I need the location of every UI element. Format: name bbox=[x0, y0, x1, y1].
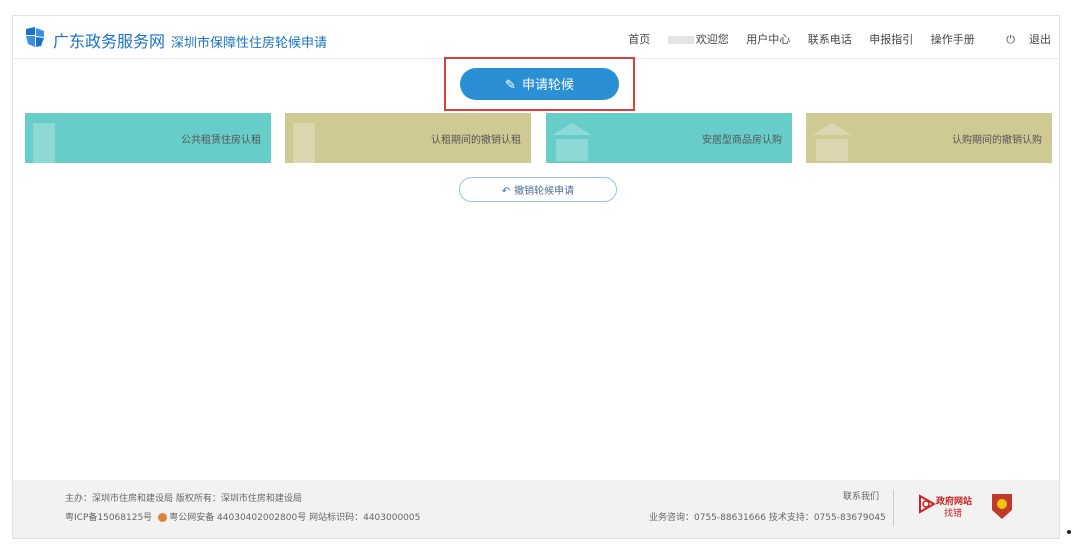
brand-title: 广东政务服务网 bbox=[53, 32, 166, 51]
nav-manual-link[interactable]: 操作手册 bbox=[931, 33, 975, 46]
card-public-rental[interactable]: 公共租赁住房认租 bbox=[25, 113, 271, 163]
guangdong-logo-icon bbox=[26, 27, 44, 47]
brand-subtitle: 深圳市保障性住房轮候申请 bbox=[171, 36, 328, 51]
magnifier-icon bbox=[919, 494, 936, 514]
stray-dot bbox=[1067, 530, 1071, 534]
footer-hotline: 业务咨询：0755-88631666 技术支持：0755-83679045 bbox=[649, 513, 886, 523]
logout-label: 退出 bbox=[1029, 33, 1051, 46]
card-label: 安居型商品房认购 bbox=[702, 134, 782, 146]
edit-icon: ✎ bbox=[505, 77, 516, 92]
building-icon bbox=[293, 123, 315, 163]
top-nav: 首页 欢迎您 用户中心 联系电话 申报指引 操作手册 ⏻ 退出 bbox=[614, 31, 1051, 47]
footer-registration: 粤ICP备15068125号 粤公网安备 44030402002800号 网站标识… bbox=[65, 510, 420, 523]
undo-icon: ↶ bbox=[501, 186, 511, 197]
footer-divider bbox=[893, 490, 894, 526]
power-icon: ⏻ bbox=[1006, 33, 1015, 46]
nav-home-link[interactable]: 首页 bbox=[628, 33, 650, 46]
gov-logo-line2: 找错 bbox=[944, 509, 963, 519]
footer-sponsor-text: 主办：深圳市住房和建设局 版权所有：深圳市住房和建设局 bbox=[65, 494, 302, 504]
card-settled-housing-purchase[interactable]: 安居型商品房认购 bbox=[546, 113, 792, 163]
footer: 主办：深圳市住房和建设局 版权所有：深圳市住房和建设局 粤ICP备1506812… bbox=[13, 480, 1059, 538]
app-frame: 广东政务服务网 深圳市保障性住房轮候申请 首页 欢迎您 用户中心 联系电话 申报指… bbox=[12, 15, 1060, 539]
bank-icon bbox=[812, 123, 852, 161]
police-record-link[interactable]: 粤公网安备 44030402002800号 bbox=[169, 513, 306, 523]
card-label: 认租期间的撤销认租 bbox=[431, 134, 521, 146]
apply-queue-button[interactable]: ✎ 申请轮候 bbox=[460, 68, 619, 100]
bank-icon bbox=[552, 123, 592, 161]
apply-queue-label: 申请轮候 bbox=[521, 77, 574, 92]
nav-user-center-link[interactable]: 用户中心 bbox=[746, 33, 790, 46]
nav-contact-phone-link[interactable]: 联系电话 bbox=[808, 33, 852, 46]
header: 广东政务服务网 深圳市保障性住房轮候申请 首页 欢迎您 用户中心 联系电话 申报指… bbox=[13, 16, 1059, 59]
party-emblem-icon bbox=[992, 494, 1012, 519]
building-icon bbox=[33, 123, 55, 163]
police-badge-icon bbox=[158, 513, 168, 522]
card-label: 认购期间的撤销认购 bbox=[952, 134, 1042, 146]
gov-site-error-report-logo[interactable]: 政府网站 找错 bbox=[918, 492, 978, 519]
contact-us-link[interactable]: 联系我们 bbox=[843, 489, 879, 502]
redacted-username bbox=[667, 36, 694, 44]
icp-link[interactable]: 粤ICP备15068125号 bbox=[65, 513, 152, 523]
card-label: 公共租赁住房认租 bbox=[181, 134, 261, 146]
site-brand[interactable]: 广东政务服务网 深圳市保障性住房轮候申请 bbox=[53, 28, 327, 52]
card-cancel-purchase[interactable]: 认购期间的撤销认购 bbox=[806, 113, 1052, 163]
site-code-text: 网站标识码：4403000005 bbox=[309, 513, 421, 523]
welcome-text: 欢迎您 bbox=[695, 33, 729, 46]
revoke-application-label: 撤销轮候申请 bbox=[514, 186, 575, 197]
card-cancel-rental[interactable]: 认租期间的撤销认租 bbox=[285, 113, 531, 163]
revoke-application-button[interactable]: ↶ 撤销轮候申请 bbox=[459, 177, 617, 202]
logout-link[interactable]: ⏻ 退出 bbox=[992, 33, 1051, 46]
nav-guide-link[interactable]: 申报指引 bbox=[869, 33, 913, 46]
